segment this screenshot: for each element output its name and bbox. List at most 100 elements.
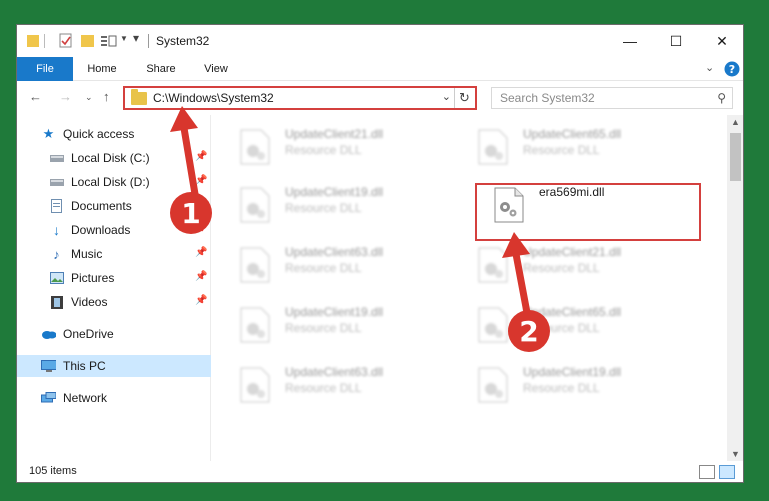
recent-locations-icon[interactable]: ⌄ [85, 92, 93, 103]
sidebar-item-label: OneDrive [63, 327, 114, 341]
minimize-button[interactable]: — [607, 25, 653, 57]
pin-icon[interactable]: 📌 [195, 295, 207, 306]
pin-icon[interactable]: 📌 [195, 271, 207, 282]
file-item[interactable]: UpdateClient19.dll Resource DLL [213, 179, 433, 229]
sidebar-item-label: Pictures [71, 271, 115, 285]
sidebar-item-onedrive[interactable]: OneDrive [17, 323, 211, 345]
sidebar-item-this-pc[interactable]: This PC [17, 355, 211, 377]
help-icon[interactable]: ? [724, 61, 740, 77]
file-type: Resource DLL [285, 201, 362, 215]
file-item[interactable]: UpdateClient65.dll Resource DLL [451, 121, 671, 171]
dll-file-icon [240, 307, 270, 343]
dll-file-icon [478, 307, 508, 343]
maximize-button[interactable]: ☐ [653, 25, 699, 57]
download-icon: ↓ [53, 222, 60, 238]
dll-file-icon [478, 247, 508, 283]
window-title: System32 [156, 34, 210, 48]
drive-icon [49, 175, 64, 189]
file-item[interactable]: UpdateClient19.dll Resource DLL [451, 359, 671, 409]
customize-qa-icon[interactable] [101, 32, 117, 50]
sidebar-item-videos[interactable]: Videos 📌 [17, 291, 211, 313]
cloud-icon [41, 327, 56, 341]
sidebar-item-label: Network [63, 391, 108, 405]
qa-dropdown-icon[interactable]: ▼ [120, 34, 128, 52]
scroll-thumb[interactable] [730, 133, 741, 181]
file-type: Resource DLL [523, 143, 600, 157]
file-name: UpdateClient63.dll [285, 365, 384, 379]
sidebar-item-network[interactable]: Network [17, 387, 211, 409]
ribbon-tabs: File Home Share View ⌄ ? [17, 57, 743, 81]
up-icon[interactable]: ↑ [103, 89, 110, 104]
sidebar-item-music[interactable]: ♪ Music 📌 [17, 243, 211, 265]
search-icon[interactable]: ⚲ [717, 91, 726, 105]
folder-icon [131, 89, 147, 105]
star-icon: ★ [42, 126, 55, 141]
qa-menu-icon[interactable]: ▾ [133, 31, 139, 49]
tiles-view-icon[interactable] [719, 465, 735, 479]
sidebar-item-pictures[interactable]: Pictures 📌 [17, 267, 211, 289]
sidebar-item-label: Music [71, 247, 103, 261]
dll-file-icon [240, 129, 270, 165]
file-item[interactable]: UpdateClient63.dll Resource DLL [213, 359, 433, 409]
sidebar-item-local-disk-c[interactable]: Local Disk (C:) 📌 [17, 147, 211, 169]
tab-home[interactable]: Home [77, 57, 127, 81]
back-icon[interactable]: ← [29, 89, 42, 104]
refresh-icon[interactable]: ↻ [454, 88, 474, 108]
file-item[interactable]: UpdateClient21.dll Resource DLL [451, 239, 671, 289]
close-button[interactable]: ✕ [699, 25, 743, 57]
file-name: UpdateClient21.dll [285, 127, 384, 141]
tab-share[interactable]: Share [137, 57, 185, 81]
search-box[interactable]: Search System32 ⚲ [491, 87, 733, 109]
documents-icon [49, 199, 64, 213]
sidebar-item-local-disk-d[interactable]: Local Disk (D:) 📌 [17, 171, 211, 193]
status-bar: 105 items [17, 461, 743, 482]
file-type: Resource DLL [523, 261, 600, 275]
pin-icon[interactable]: 📌 [195, 175, 207, 186]
vertical-scrollbar[interactable]: ▲ ▼ [727, 115, 743, 461]
details-view-icon[interactable] [699, 465, 715, 479]
highlighted-file-frame [475, 183, 701, 241]
sidebar-item-label: Local Disk (C:) [71, 151, 150, 165]
step-2-marker: 2 [508, 310, 550, 352]
new-folder-icon[interactable] [81, 32, 95, 50]
expand-ribbon-icon[interactable]: ⌄ [705, 61, 714, 77]
dll-file-icon [240, 247, 270, 283]
file-type: Resource DLL [285, 321, 362, 335]
svg-text:?: ? [729, 63, 735, 76]
sidebar-item-label: This PC [63, 359, 106, 373]
sidebar-item-label: Videos [71, 295, 108, 309]
music-icon: ♪ [53, 246, 60, 262]
drive-icon [49, 151, 64, 165]
properties-icon[interactable] [59, 32, 73, 50]
sidebar-item-label: Downloads [71, 223, 131, 237]
navigation-pane: ★ Quick access Local Disk (C:) 📌 Local D… [17, 115, 211, 461]
title-separator [148, 34, 149, 48]
dll-file-icon [240, 367, 270, 403]
item-count: 105 items [29, 465, 77, 477]
sidebar-item-quick-access[interactable]: ★ Quick access [17, 123, 211, 145]
file-name: UpdateClient19.dll [285, 305, 384, 319]
file-item[interactable]: UpdateClient19.dll Resource DLL [213, 299, 433, 349]
pin-icon[interactable]: 📌 [195, 247, 207, 258]
navigation-bar: ← → ⌄ ↑ C:\Windows\System32 ⌄ ↻ Search S… [17, 81, 743, 115]
network-icon [41, 391, 56, 405]
file-item[interactable]: UpdateClient63.dll Resource DLL [213, 239, 433, 289]
file-type: Resource DLL [285, 143, 362, 157]
pictures-icon [49, 271, 64, 285]
scroll-down-icon[interactable]: ▼ [731, 449, 740, 459]
file-type: Resource DLL [285, 381, 362, 395]
file-item[interactable]: UpdateClient65.dll Resource DLL [451, 299, 671, 349]
file-item[interactable]: UpdateClient21.dll Resource DLL [213, 121, 433, 171]
forward-icon[interactable]: → [59, 89, 72, 104]
pin-icon[interactable]: 📌 [195, 151, 207, 162]
scroll-up-icon[interactable]: ▲ [731, 117, 740, 127]
file-name: UpdateClient65.dll [523, 127, 622, 141]
tab-file[interactable]: File [17, 57, 73, 81]
address-dropdown-icon[interactable]: ⌄ [442, 90, 451, 103]
step-1-marker: 1 [170, 192, 212, 234]
search-input[interactable]: Search System32 [500, 91, 595, 105]
file-name: UpdateClient19.dll [285, 185, 384, 199]
address-bar[interactable]: C:\Windows\System32 ⌄ ↻ [123, 86, 477, 110]
tab-view[interactable]: View [193, 57, 239, 81]
file-name: UpdateClient63.dll [285, 245, 384, 259]
